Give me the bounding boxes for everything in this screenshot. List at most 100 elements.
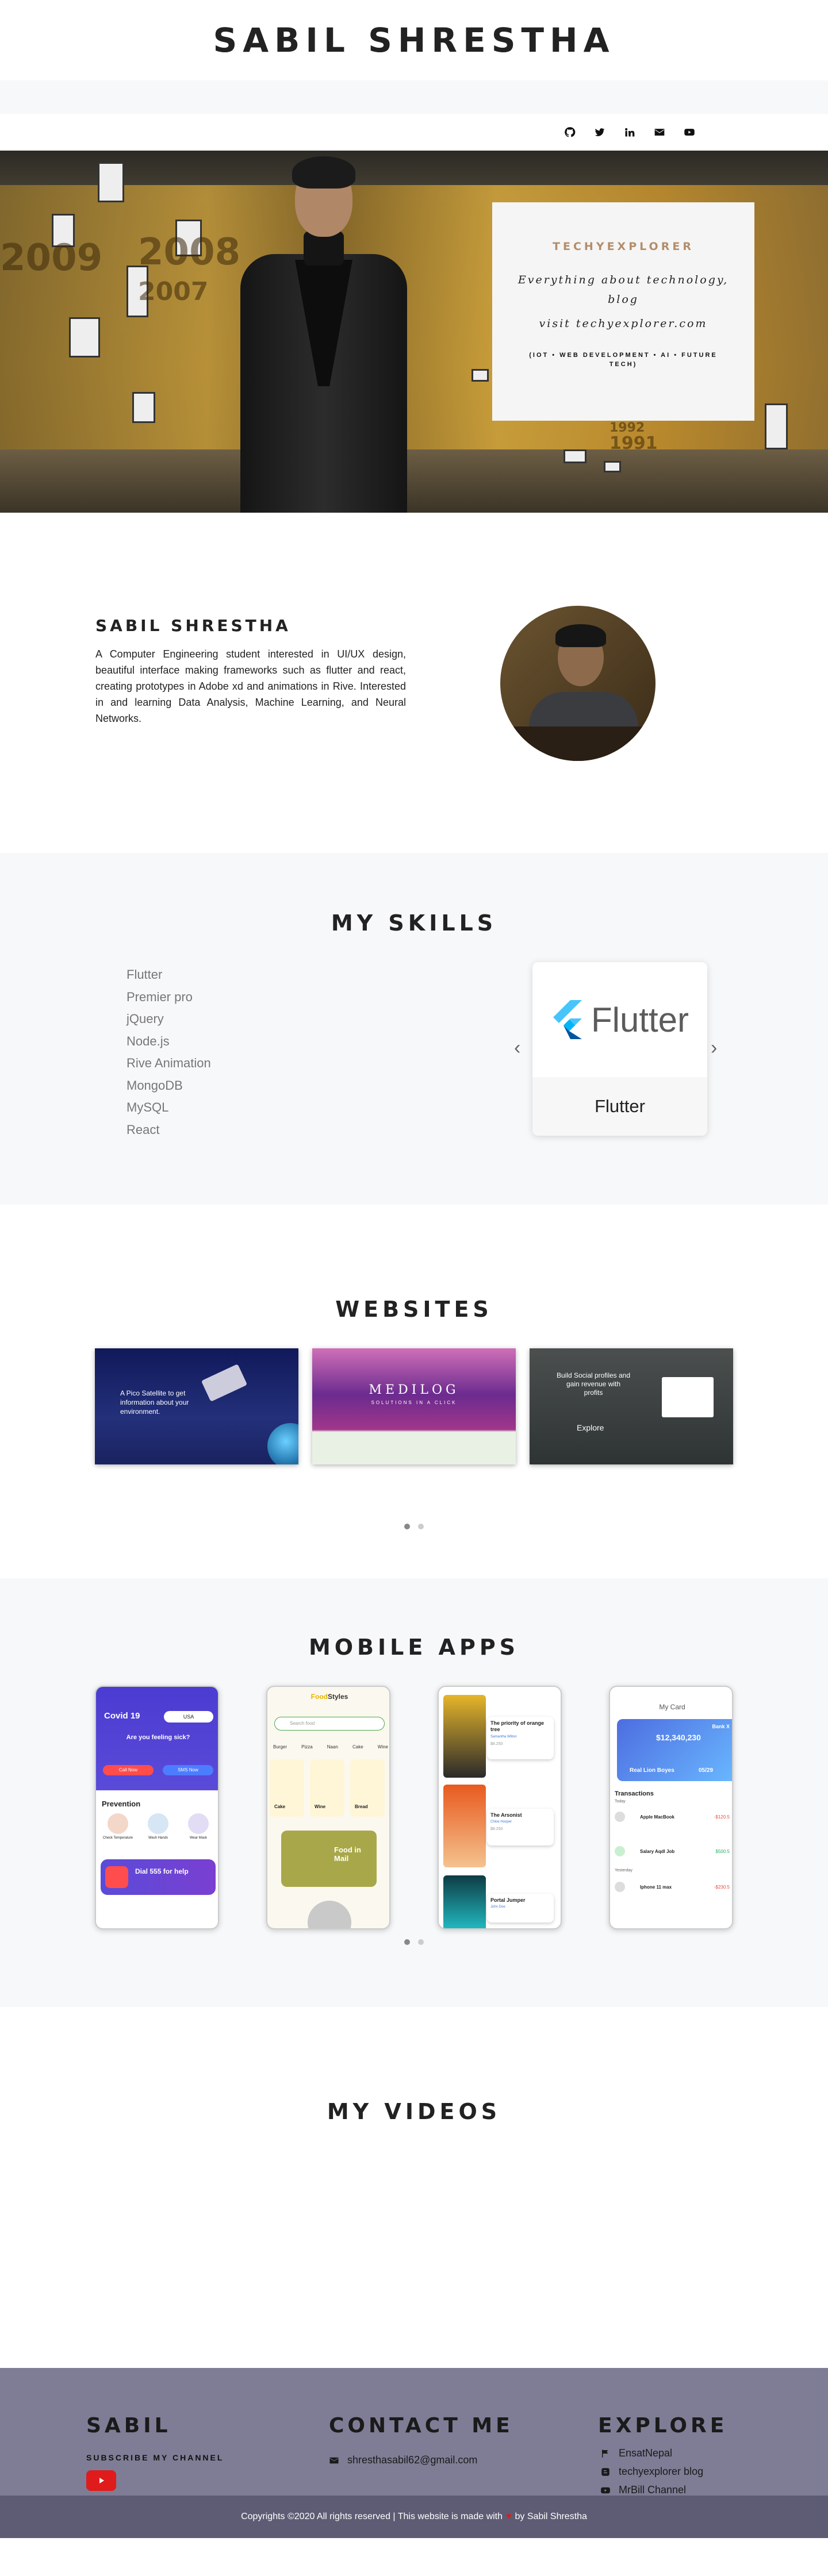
transaction-name: Salary Aqdl Job xyxy=(640,1848,675,1854)
flutter-logo: Flutter xyxy=(532,962,707,1077)
wall-photo xyxy=(132,392,155,423)
email-icon[interactable] xyxy=(652,125,667,140)
play-icon xyxy=(99,2478,104,2483)
twitter-icon[interactable] xyxy=(592,125,607,140)
food-card: Cake xyxy=(270,1759,304,1817)
carousel-next-button[interactable]: › xyxy=(711,1037,717,1059)
transaction-icon xyxy=(615,1882,625,1892)
explore-link-label: techyexplorer blog xyxy=(619,2466,704,2477)
header-stripe xyxy=(0,80,828,114)
food-tab: Naan xyxy=(327,1744,338,1750)
app-screenshot-card[interactable]: My Card Bank X $12,340,230 Real Lion Boy… xyxy=(609,1686,733,1929)
call-now-button: Call Now xyxy=(103,1765,154,1775)
transaction-name: Iphone 11 max xyxy=(640,1884,672,1890)
transaction-amount: $500.5 xyxy=(715,1848,730,1854)
wall-photo xyxy=(69,317,100,357)
footer-brand: SABIL xyxy=(86,2414,171,2437)
promo-card[interactable]: TECHYEXPLORER Everything about technolog… xyxy=(492,202,754,421)
about-name: SABIL SHRESTHA xyxy=(95,616,291,635)
prevention-label: Wear Mask xyxy=(189,1836,208,1840)
card-expiry: 05/29 xyxy=(699,1767,714,1774)
book-price: $8.250 xyxy=(490,1742,503,1746)
earth-icon xyxy=(267,1423,298,1464)
skill-caption: Flutter xyxy=(532,1077,707,1136)
skill-item: Node.js xyxy=(126,1033,170,1048)
covid-question: Are you feeling sick? xyxy=(126,1734,190,1741)
foodstyles-brand: FoodStyles xyxy=(267,1693,389,1701)
website-heading: Build Social profiles and gain revenue w… xyxy=(556,1371,631,1397)
explore-link-ensatnepal[interactable]: EnsatNepal xyxy=(600,2447,672,2459)
website-screenshot-social[interactable]: Build Social profiles and gain revenue w… xyxy=(530,1348,733,1464)
card-app-title: My Card xyxy=(659,1703,685,1711)
pagination-dot[interactable] xyxy=(418,1524,424,1529)
food-tab: Cake xyxy=(352,1744,363,1750)
food-search-input: Search food xyxy=(274,1717,385,1731)
youtube-icon[interactable] xyxy=(682,125,697,140)
book-cover xyxy=(443,1695,486,1778)
explore-link-channel[interactable]: MrBill Channel xyxy=(600,2484,686,2496)
websites-title: WEBSITES xyxy=(335,1297,493,1322)
subscribe-text: SUBSCRIBE MY CHANNEL xyxy=(86,2453,224,2462)
transactions-yesterday: Yesterday xyxy=(615,1868,632,1873)
contact-email-row[interactable]: shresthasabil62@gmail.com xyxy=(329,2454,477,2466)
wall-photo xyxy=(98,162,124,202)
country-select: USA xyxy=(164,1711,213,1723)
book-title: The Arsonist xyxy=(490,1812,522,1818)
app-screenshot-foodstyles[interactable]: FoodStyles Search food Burger Pizza Naan… xyxy=(266,1686,390,1929)
heart-icon: ♥ xyxy=(506,2512,512,2521)
skill-item: MySQL xyxy=(126,1100,169,1114)
website-screenshot-medilog[interactable]: MEDILOG SOLUTIONS IN A CLICK xyxy=(312,1348,516,1464)
youtube-icon xyxy=(601,2487,610,2493)
covid-app-title: Covid 19 xyxy=(104,1711,140,1721)
promo-link[interactable]: visit techyexplorer.com xyxy=(492,314,754,333)
pagination-dot[interactable] xyxy=(418,1939,424,1945)
food-tab: Wine xyxy=(377,1744,388,1750)
skill-item: MongoDB xyxy=(126,1078,183,1093)
prevention-label: Check Temperature xyxy=(102,1836,133,1840)
explore-link-blog[interactable]: techyexplorer blog xyxy=(600,2466,703,2478)
mobile-pagination xyxy=(0,1939,828,1945)
app-screenshot-books[interactable]: The priority of orange tree Samantha Wil… xyxy=(438,1686,562,1929)
flutter-logo-text: Flutter xyxy=(591,1000,689,1039)
transaction-name: Apple MacBook xyxy=(640,1814,675,1820)
linkedin-icon[interactable] xyxy=(622,125,637,140)
transaction-row: Iphone 11 max -$230.5 xyxy=(615,1879,730,1895)
contact-title: CONTACT ME xyxy=(329,2414,513,2437)
book-title: Portal Jumper xyxy=(490,1897,526,1903)
transaction-row: Salary Aqdl Job $500.5 xyxy=(615,1843,730,1859)
book-price: $8.250 xyxy=(490,1827,503,1831)
mobile-apps-section: MOBILE APPS Covid 19 USA Are you feeling… xyxy=(0,1578,828,2007)
website-subheading: SOLUTIONS IN A CLICK xyxy=(371,1400,457,1405)
skill-carousel-card: Flutter Flutter xyxy=(532,962,707,1136)
food-cards: Cake Wine Bread xyxy=(270,1759,389,1817)
pagination-dot[interactable] xyxy=(404,1524,410,1529)
skill-list: Flutter Premier pro jQuery Node.js Rive … xyxy=(126,964,211,1141)
signup-form xyxy=(662,1377,714,1417)
youtube-subscribe-button[interactable] xyxy=(86,2470,116,2491)
plate-image xyxy=(308,1901,351,1928)
skill-item: Rive Animation xyxy=(126,1056,211,1070)
transactions-title: Transactions xyxy=(615,1790,654,1797)
help-banner: Dial 555 for help xyxy=(101,1859,216,1895)
carousel-prev-button[interactable]: ‹ xyxy=(514,1037,520,1059)
food-tab: Pizza xyxy=(301,1744,313,1750)
copyright-text: Copyrights ©2020 All rights reserved | T… xyxy=(241,2512,503,2521)
card-balance: $12,340,230 xyxy=(656,1733,701,1742)
copyright-author: by Sabil Shrestha xyxy=(515,2512,587,2521)
prevention-label: Wash Hands xyxy=(148,1836,168,1840)
pagination-dot[interactable] xyxy=(404,1939,410,1945)
card-holder: Real Lion Boyes xyxy=(630,1767,674,1774)
contact-email: shresthasabil62@gmail.com xyxy=(347,2454,478,2466)
flutter-icon xyxy=(553,1000,582,1039)
transaction-amount: -$120.5 xyxy=(714,1814,730,1820)
website-screenshot-satellite[interactable]: A Pico Satellite to get information abou… xyxy=(95,1348,298,1464)
wall-year: 2007 xyxy=(138,277,209,306)
about-bio: A Computer Engineering student intereste… xyxy=(95,648,406,724)
bank-name: Bank X xyxy=(712,1724,730,1729)
skills-section: MY SKILLS Flutter Premier pro jQuery Nod… xyxy=(0,853,828,1205)
transaction-row: Apple MacBook -$120.5 xyxy=(615,1809,730,1825)
github-icon[interactable] xyxy=(562,125,577,140)
prevention-list: Check Temperature Wash Hands Wear Mask xyxy=(102,1813,214,1840)
food-card: Bread xyxy=(350,1759,385,1817)
app-screenshot-covid[interactable]: Covid 19 USA Are you feeling sick? Call … xyxy=(95,1686,219,1929)
